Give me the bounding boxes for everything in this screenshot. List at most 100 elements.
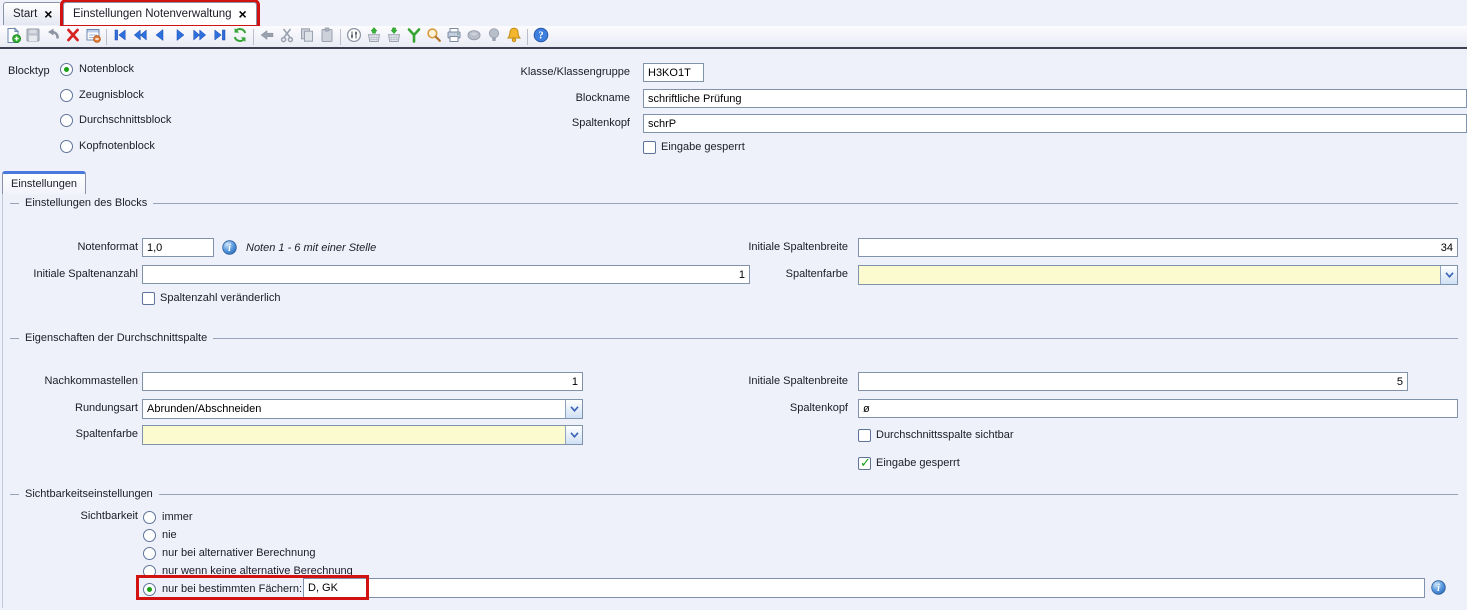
eingabe-gesperrt-avg-checkbox[interactable]: [858, 457, 871, 470]
save-icon: [25, 27, 41, 46]
sichtbarkeit-label: Sichtbarkeit: [8, 508, 138, 525]
toolbar-button-new-record[interactable]: [3, 27, 23, 47]
bestimmte-faecher-radio-icon[interactable]: [143, 583, 156, 596]
notenformat-info-icon[interactable]: i: [222, 240, 237, 255]
tab-einstellungen-section[interactable]: Einstellungen: [2, 171, 86, 194]
radio-durchschnittsblock[interactable]: Durchschnittsblock: [60, 112, 171, 128]
document-tabbar: Start × Einstellungen Notenverwaltung ×: [0, 0, 1467, 26]
avg-spaltenfarbe-label: Spaltenfarbe: [8, 426, 138, 443]
toolbar-separator: [253, 29, 254, 45]
toolbar-button-help[interactable]: ?: [531, 27, 551, 47]
chevron-down-icon: [570, 406, 579, 412]
hint-disabled-icon: [486, 27, 502, 46]
immer-radio-icon[interactable]: [143, 511, 156, 524]
alternative-berechnung-label: nur bei alternativer Berechnung: [162, 547, 315, 559]
avg-spaltenbreite-input[interactable]: [858, 372, 1408, 391]
rundungsart-combo[interactable]: Abrunden/Abschneiden: [142, 399, 583, 419]
durchschnittsspalte-sichtbar-checkbox[interactable]: [858, 429, 871, 442]
blockname-input[interactable]: [643, 89, 1467, 108]
tab-start-label: Start: [13, 8, 37, 20]
spaltenzahl-veraenderlich-checkbox[interactable]: [142, 292, 155, 305]
toolbar-button-edit-dataset[interactable]: [83, 27, 103, 47]
search-icon: [426, 27, 442, 46]
radio-notenblock[interactable]: Notenblock: [60, 61, 134, 77]
nav-next-icon: [172, 27, 188, 46]
tab-einstellungen-notenverwaltung[interactable]: Einstellungen Notenverwaltung ×: [63, 2, 257, 25]
toolbar-button-notification-bell[interactable]: [504, 27, 524, 47]
toolbar-button-nav-prev[interactable]: [150, 27, 170, 47]
nachkommastellen-input[interactable]: [142, 372, 583, 391]
durchschnittsblock-radio-icon[interactable]: [60, 114, 73, 127]
nie-radio-icon[interactable]: [143, 529, 156, 542]
avg-spaltenkopf-input[interactable]: [858, 399, 1458, 418]
blockname-label: Blockname: [445, 90, 630, 107]
toolbar-button-print[interactable]: [444, 27, 464, 47]
klasse-input[interactable]: [643, 63, 704, 82]
toolbar-button-merge[interactable]: [404, 27, 424, 47]
radio-immer[interactable]: immer: [143, 509, 193, 525]
toolbar-button-export-basket[interactable]: [384, 27, 404, 47]
nachkommastellen-label: Nachkommastellen: [8, 373, 138, 390]
toolbar-button-import-basket[interactable]: [364, 27, 384, 47]
eingabe-gesperrt-header-checkbox[interactable]: [643, 141, 656, 154]
alternative-berechnung-radio-icon[interactable]: [143, 547, 156, 560]
toolbar-button-undo: [43, 27, 63, 47]
tab-start-close-icon[interactable]: ×: [44, 9, 52, 19]
rundungsart-dropdown-button[interactable]: [565, 400, 582, 418]
radio-bestimmte-faecher[interactable]: nur bei bestimmten Fächern:: [143, 581, 302, 597]
nie-label: nie: [162, 529, 177, 541]
zeugnisblock-radio-icon[interactable]: [60, 89, 73, 102]
radio-keine-alternative-berechnung[interactable]: nur wenn keine alternative Berechnung: [143, 563, 353, 579]
spaltenfarbe-dropdown-button[interactable]: [1440, 266, 1457, 284]
rundungsart-value: Abrunden/Abschneiden: [147, 403, 261, 415]
svg-text:i: i: [1437, 583, 1440, 594]
radio-zeugnisblock[interactable]: Zeugnisblock: [60, 87, 144, 103]
tab-start[interactable]: Start ×: [3, 2, 62, 25]
group-visibility-title-text: Sichtbarkeitseinstellungen: [25, 488, 153, 500]
radio-alternative-berechnung[interactable]: nur bei alternativer Berechnung: [143, 545, 315, 561]
notenblock-radio-icon[interactable]: [60, 63, 73, 76]
avg-spaltenkopf-label: Spaltenkopf: [610, 400, 848, 417]
avg-spaltenfarbe-dropdown-button[interactable]: [565, 426, 582, 444]
spaltenzahl-veraenderlich[interactable]: Spaltenzahl veränderlich: [142, 290, 280, 306]
durchschnittsspalte-sichtbar[interactable]: Durchschnittsspalte sichtbar: [858, 427, 1014, 443]
radio-kopfnotenblock[interactable]: Kopfnotenblock: [60, 138, 155, 154]
faecher-input[interactable]: [303, 578, 1425, 598]
immer-label: immer: [162, 511, 193, 523]
spaltenfarbe-combo[interactable]: [858, 265, 1458, 285]
toolbar-button-search[interactable]: [424, 27, 444, 47]
faecher-info-icon[interactable]: i: [1431, 580, 1446, 595]
spaltenbreite-input[interactable]: [858, 238, 1458, 257]
toolbar-button-nav-next[interactable]: [170, 27, 190, 47]
notenformat-label: Notenformat: [8, 239, 138, 256]
toolbar-button-refresh[interactable]: [230, 27, 250, 47]
eingabe-gesperrt-header[interactable]: Eingabe gesperrt: [643, 139, 745, 155]
kopfnotenblock-radio-icon[interactable]: [60, 140, 73, 153]
keine-alternative-berechnung-radio-icon[interactable]: [143, 565, 156, 578]
export-basket-icon: [386, 27, 402, 46]
blocktyp-label: Blocktyp: [8, 63, 68, 80]
avg-spaltenfarbe-combo[interactable]: [142, 425, 583, 445]
notenformat-input[interactable]: [142, 238, 214, 257]
toolbar-button-delete-record[interactable]: [63, 27, 83, 47]
toolbar-button-nav-prev-fast[interactable]: [130, 27, 150, 47]
notenformat-hint: Noten 1 - 6 mit einer Stelle: [246, 242, 376, 254]
tab-einstellungen-close-icon[interactable]: ×: [239, 9, 247, 19]
toolbar-button-preferences[interactable]: [344, 27, 364, 47]
radio-nie[interactable]: nie: [143, 527, 177, 543]
record-disabled-icon: [466, 27, 482, 46]
toolbar-button-hint-disabled: [484, 27, 504, 47]
spaltenfarbe-label: Spaltenfarbe: [610, 266, 848, 283]
chevron-down-icon: [570, 432, 579, 438]
new-record-icon: [5, 27, 21, 46]
spaltenkopf-input[interactable]: [643, 114, 1467, 133]
toolbar-button-nav-last[interactable]: [210, 27, 230, 47]
group-visibility-title: Sichtbarkeitseinstellungen: [10, 487, 1458, 501]
cut-icon: [279, 27, 295, 46]
toolbar-button-nav-next-fast[interactable]: [190, 27, 210, 47]
toolbar-button-nav-first[interactable]: [110, 27, 130, 47]
avg-spaltenbreite-label: Initiale Spaltenbreite: [610, 373, 848, 390]
toolbar-separator: [527, 29, 528, 45]
eingabe-gesperrt-avg[interactable]: Eingabe gesperrt: [858, 455, 960, 471]
toolbar-button-cut: [277, 27, 297, 47]
